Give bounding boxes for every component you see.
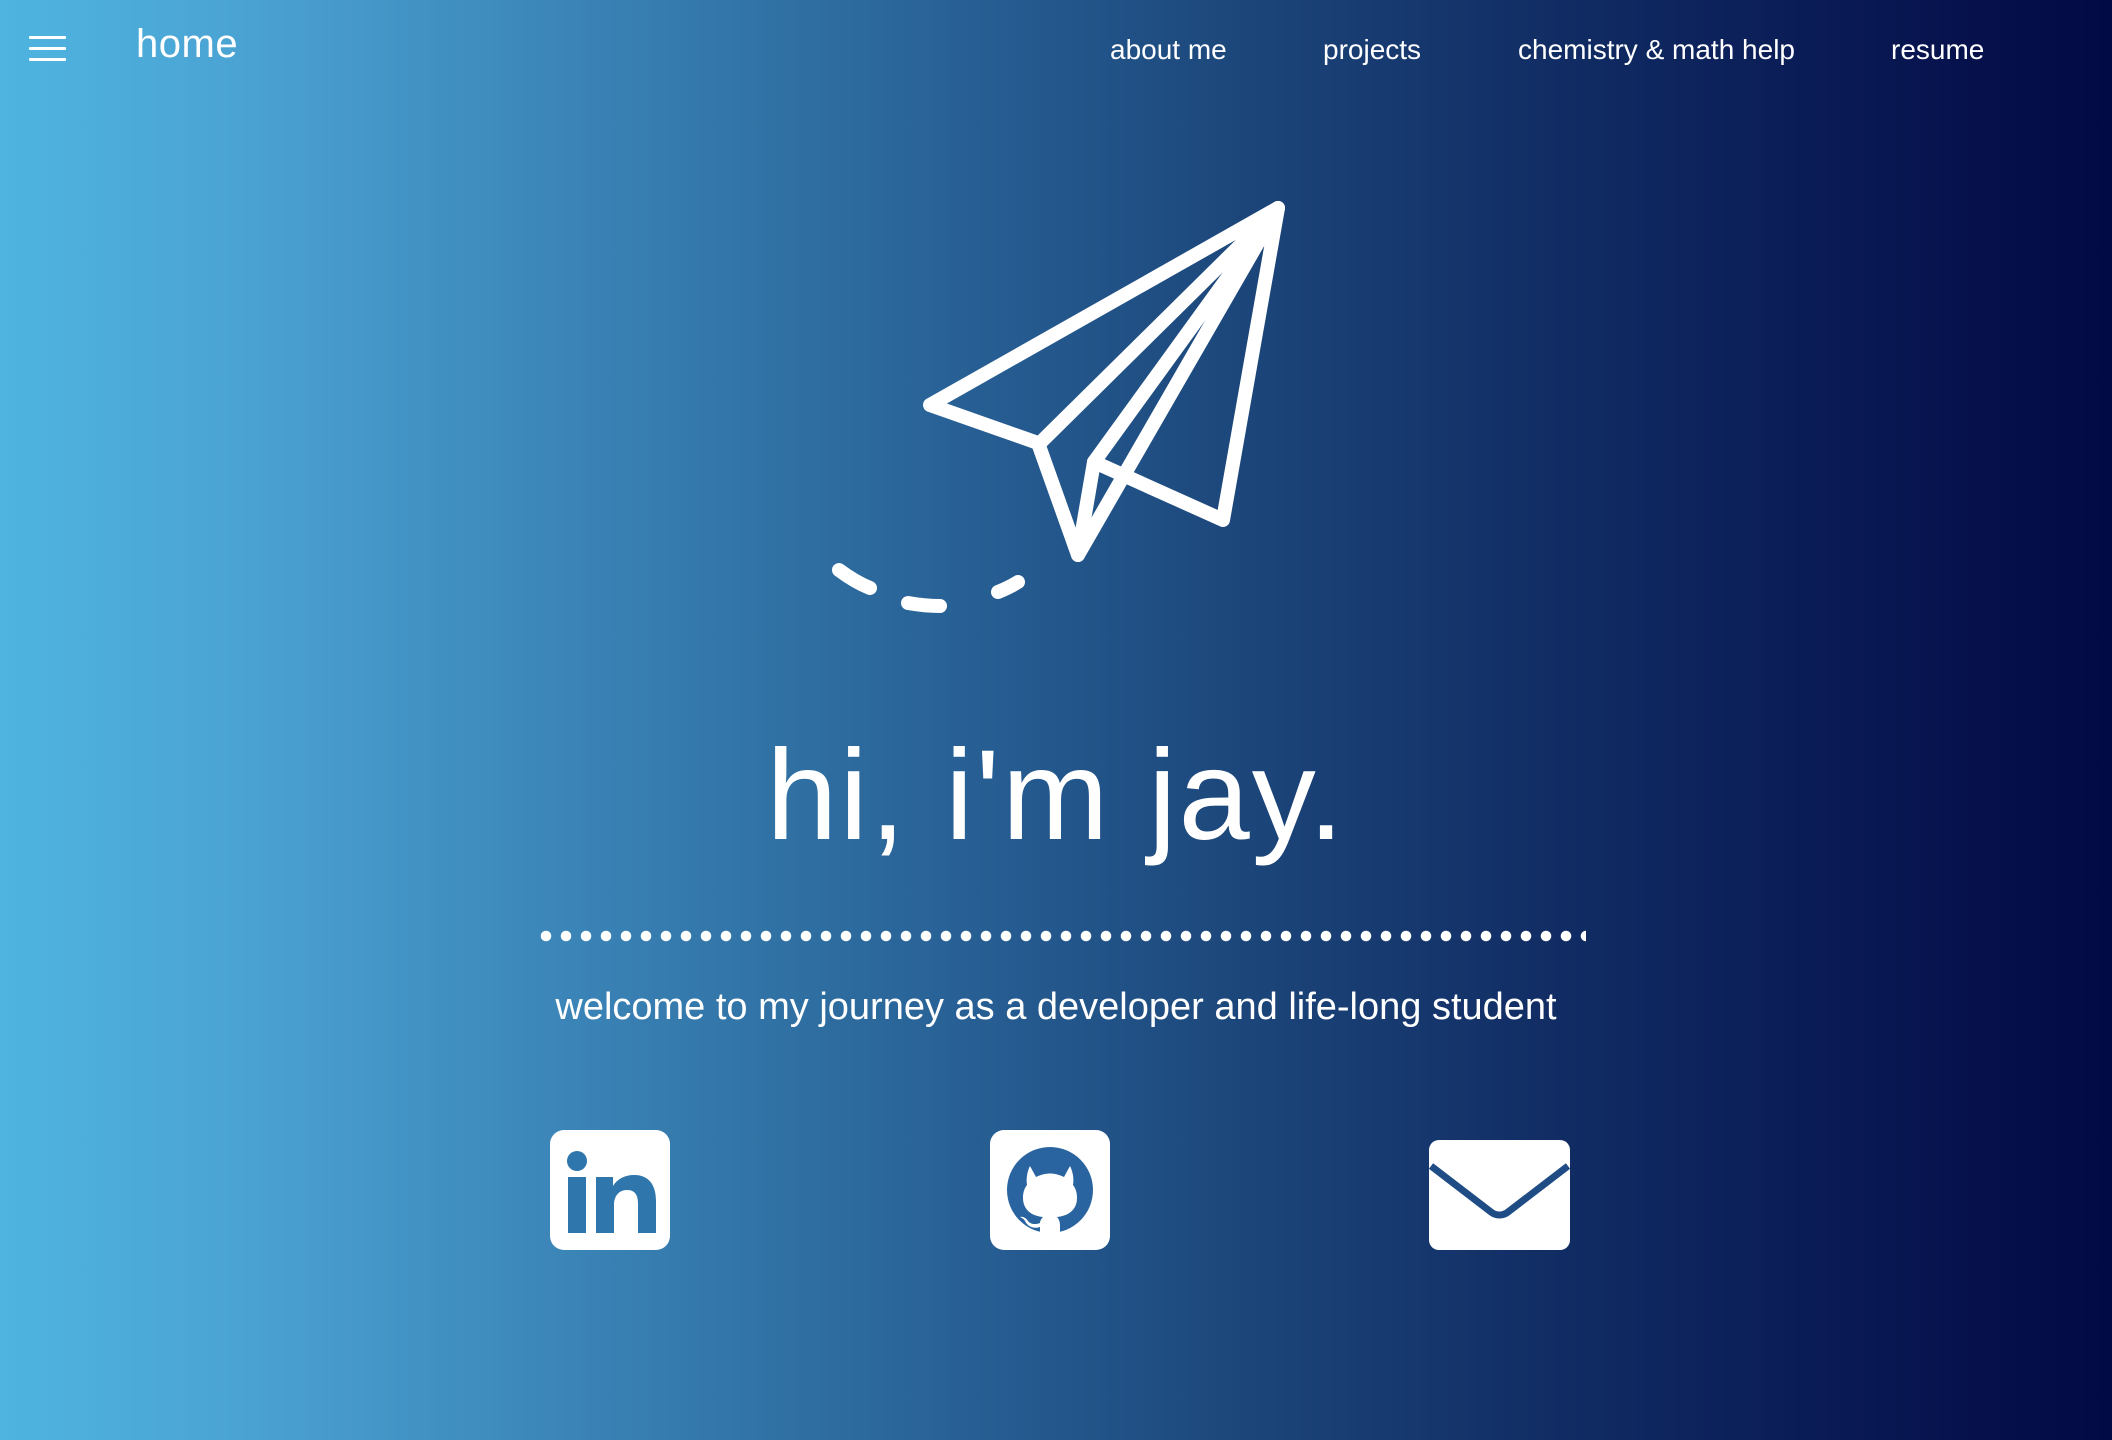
github-icon bbox=[990, 1130, 1110, 1250]
top-navbar: home about me projects chemistry & math … bbox=[0, 0, 2112, 100]
hero-title: hi, i'm jay. bbox=[766, 724, 1346, 867]
email-icon bbox=[1428, 1140, 1571, 1250]
hamburger-bar bbox=[29, 58, 66, 61]
dotted-divider bbox=[536, 930, 1586, 942]
nav-link-about-me[interactable]: about me bbox=[1110, 34, 1227, 66]
linkedin-icon bbox=[550, 1130, 670, 1250]
nav-link-projects[interactable]: projects bbox=[1323, 34, 1421, 66]
hero-tagline: welcome to my journey as a developer and… bbox=[555, 986, 1557, 1028]
nav-link-resume[interactable]: resume bbox=[1891, 34, 1984, 66]
linkedin-link[interactable] bbox=[550, 1130, 670, 1255]
hamburger-bar bbox=[29, 36, 66, 39]
hamburger-menu-icon[interactable] bbox=[29, 36, 66, 62]
github-link[interactable] bbox=[990, 1130, 1110, 1255]
hamburger-bar bbox=[29, 47, 66, 50]
email-link[interactable] bbox=[1428, 1140, 1571, 1255]
home-link[interactable]: home bbox=[136, 22, 238, 67]
nav-link-chemistry-math-help[interactable]: chemistry & math help bbox=[1518, 34, 1795, 66]
paper-plane-icon bbox=[832, 201, 1285, 613]
